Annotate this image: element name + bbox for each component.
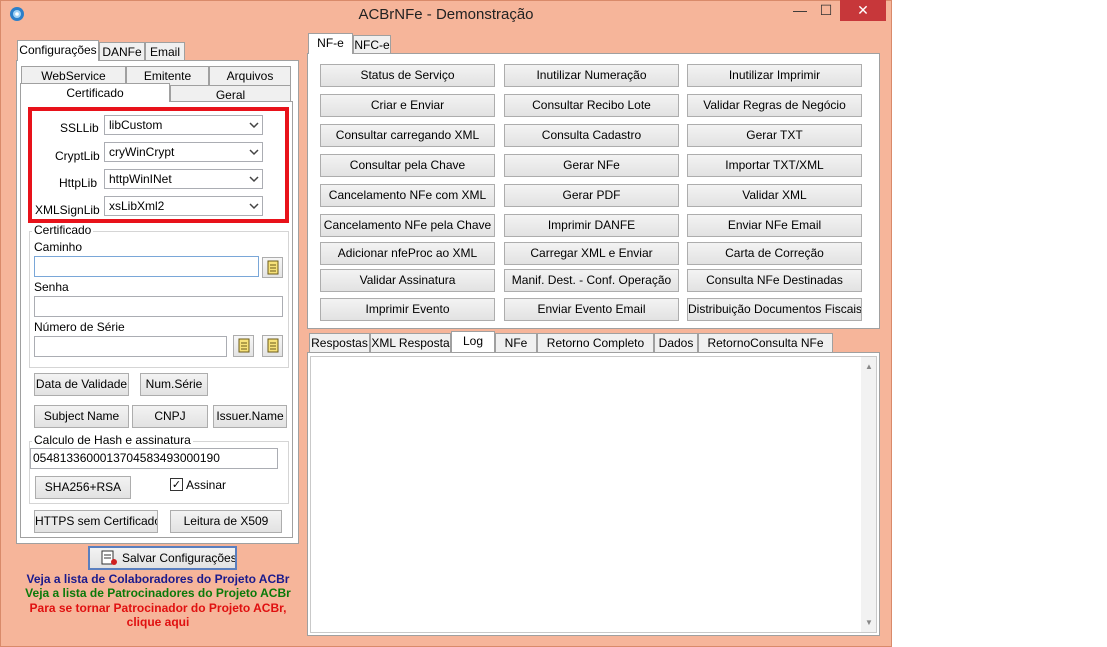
senha-input[interactable] [34, 296, 283, 317]
tab-danfe[interactable]: DANFe [99, 42, 145, 61]
issuer-name-button[interactable]: Issuer.Name [213, 405, 287, 428]
nfe-action-button[interactable]: Imprimir Evento [320, 298, 495, 321]
ssllib-value: libCustom [109, 118, 163, 132]
nfe-action-button[interactable]: Distribuição Documentos Fiscais [687, 298, 862, 321]
leitura-x509-button[interactable]: Leitura de X509 [170, 510, 282, 533]
nfe-action-button[interactable]: Consultar Recibo Lote [504, 94, 679, 117]
data-validade-button[interactable]: Data de Validade [34, 373, 129, 396]
nfe-action-button[interactable]: Validar Regras de Negócio [687, 94, 862, 117]
num-serie-button[interactable]: Num.Série [140, 373, 208, 396]
nfe-action-button[interactable]: Cancelamento NFe pela Chave [320, 214, 495, 237]
cryptlib-select[interactable]: cryWinCrypt [104, 142, 263, 162]
nfe-action-button[interactable]: Consultar carregando XML [320, 124, 495, 147]
nfe-action-button[interactable]: Consulta NFe Destinadas [687, 269, 862, 292]
hash-input[interactable]: 05481336000137045834930001​90 [30, 448, 278, 469]
chevron-down-icon [249, 203, 259, 210]
bottom-tab[interactable]: RetornoConsulta NFe 2.01 [698, 333, 833, 368]
nfe-action-button[interactable]: Status de Serviço [320, 64, 495, 87]
save-icon [101, 550, 117, 565]
bottom-tab[interactable]: Respostas [309, 333, 370, 352]
https-sem-certificado-button[interactable]: HTTPS sem Certificado [34, 510, 158, 533]
caminho-input[interactable] [34, 256, 259, 277]
cnpj-button[interactable]: CNPJ [132, 405, 208, 428]
httplib-select[interactable]: httpWinINet [104, 169, 263, 189]
chevron-down-icon [249, 176, 259, 183]
numero-serie-input[interactable] [34, 336, 227, 357]
log-textarea[interactable] [310, 356, 877, 633]
browse-file-button[interactable] [262, 257, 283, 278]
maximize-button[interactable]: ☐ [813, 0, 839, 21]
xmlsignlib-select[interactable]: xsLibXml2 [104, 196, 263, 216]
document-icon [267, 338, 279, 353]
nfe-action-button[interactable]: Inutilizar Imprimir [687, 64, 862, 87]
tab-configuracoes[interactable]: Configurações [17, 40, 99, 61]
close-button[interactable]: ✕ [840, 0, 886, 21]
hash-group-title: Calculo de Hash e assinatura [32, 433, 193, 447]
nfe-action-button[interactable]: Importar TXT/XML [687, 154, 862, 177]
nfe-action-button[interactable]: Enviar Evento Email [504, 298, 679, 321]
nfe-action-button[interactable]: Consulta Cadastro [504, 124, 679, 147]
bottom-tab[interactable]: XML Resposta [370, 333, 451, 352]
clique-aqui-link[interactable]: clique aqui [18, 615, 298, 629]
document-icon [267, 260, 279, 275]
nfe-action-button[interactable]: Cancelamento NFe com XML [320, 184, 495, 207]
senha-label: Senha [34, 280, 69, 294]
bottom-tab[interactable]: NFe [495, 333, 537, 352]
xmlsignlib-value: xsLibXml2 [109, 199, 165, 213]
nfe-action-button[interactable]: Adicionar nfeProc ao XML [320, 242, 495, 265]
nfe-action-button[interactable]: Manif. Dest. - Conf. Operação [504, 269, 679, 292]
sha256-rsa-button[interactable]: SHA256+RSA [35, 476, 131, 499]
caminho-label: Caminho [34, 240, 83, 254]
nfe-action-button[interactable]: Gerar NFe [504, 154, 679, 177]
tab-nfe[interactable]: NF-e [308, 33, 353, 54]
nfe-action-button[interactable]: Carregar XML e Enviar [504, 242, 679, 265]
salvar-configuracoes-button[interactable]: Salvar Configurações [88, 546, 237, 570]
title-bar: ACBrNFe - Demonstração — ☐ ✕ [0, 0, 892, 31]
document-icon [238, 338, 250, 353]
ssllib-select[interactable]: libCustom [104, 115, 263, 135]
nfe-action-button[interactable]: Criar e Enviar [320, 94, 495, 117]
chevron-down-icon [249, 149, 259, 156]
bottom-tab[interactable]: Log [451, 331, 495, 352]
tornar-patrocinador-link[interactable]: Para se tornar Patrocinador do Projeto A… [18, 601, 298, 615]
nfe-action-button[interactable]: Enviar NFe Email [687, 214, 862, 237]
chevron-down-icon [249, 122, 259, 129]
certificado-group-title: Certificado [32, 223, 94, 237]
bottom-tab[interactable]: Dados [654, 333, 698, 352]
subject-name-button[interactable]: Subject Name [34, 405, 129, 428]
scroll-down-icon[interactable]: ▼ [865, 618, 873, 627]
tab-arquivos[interactable]: Arquivos [209, 66, 291, 85]
scroll-up-icon[interactable]: ▲ [865, 362, 873, 371]
httplib-value: httpWinINet [109, 172, 172, 186]
select-serie-button[interactable] [233, 335, 254, 357]
nfe-action-button[interactable]: Consultar pela Chave [320, 154, 495, 177]
tab-certificado[interactable]: Certificado [20, 83, 170, 102]
cryptlib-value: cryWinCrypt [109, 145, 175, 159]
tab-email[interactable]: Email [145, 42, 185, 61]
assinar-checkbox[interactable]: ✓ [170, 478, 183, 491]
nfe-action-button[interactable]: Carta de Correção [687, 242, 862, 265]
open-serie-button[interactable] [262, 335, 283, 357]
httplib-label: HttpLib [59, 176, 98, 190]
colaboradores-link[interactable]: Veja a lista de Colaboradores do Projeto… [18, 572, 298, 586]
nfe-action-button[interactable]: Gerar PDF [504, 184, 679, 207]
nfe-action-button[interactable]: Gerar TXT [687, 124, 862, 147]
window-title: ACBrNFe - Demonstração [358, 6, 534, 23]
tab-nfce[interactable]: NFC-e [353, 35, 391, 54]
minimize-button[interactable]: — [787, 0, 813, 21]
nfe-action-button[interactable]: Inutilizar Numeração [504, 64, 679, 87]
bottom-tab[interactable]: Retorno Completo WS [537, 333, 654, 368]
numero-serie-label: Número de Série [34, 320, 125, 334]
log-scrollbar[interactable]: ▲ ▼ [861, 357, 876, 632]
xmlsignlib-label: XMLSignLib [35, 203, 100, 217]
salvar-label: Salvar Configurações [122, 551, 237, 565]
nfe-action-button[interactable]: Imprimir DANFE [504, 214, 679, 237]
patrocinadores-link[interactable]: Veja a lista de Patrocinadores do Projet… [18, 586, 298, 600]
cryptlib-label: CryptLib [55, 149, 100, 163]
nfe-action-button[interactable]: Validar XML [687, 184, 862, 207]
assinar-label: Assinar [186, 478, 227, 492]
ssllib-label: SSLLib [60, 121, 99, 135]
nfe-action-button[interactable]: Validar Assinatura [320, 269, 495, 292]
